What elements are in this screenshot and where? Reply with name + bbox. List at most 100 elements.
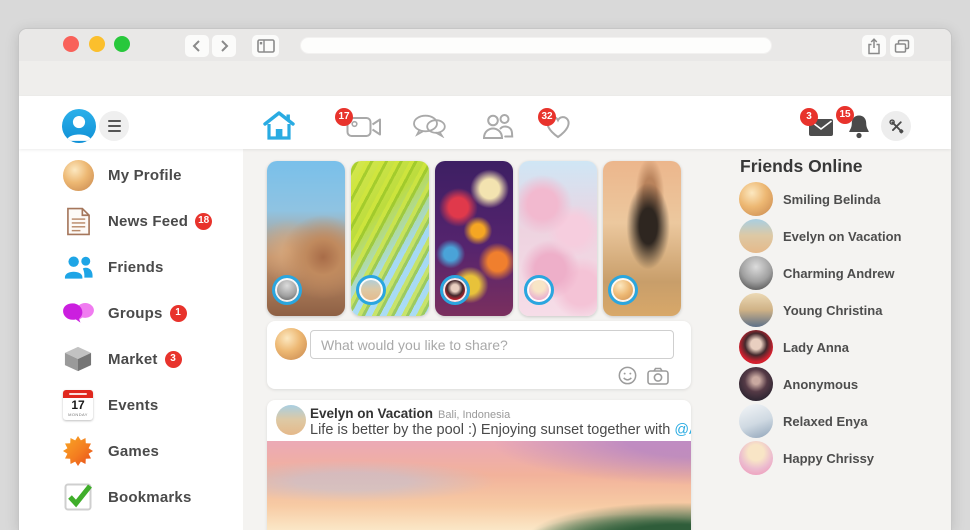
friend-name: Charming Andrew — [783, 266, 894, 281]
story-card-couple-selfie[interactable] — [267, 161, 345, 316]
panel-layout-icon — [257, 39, 275, 53]
chevron-left-icon — [190, 38, 204, 54]
sidebar-item-games[interactable]: Games — [19, 428, 243, 474]
sidebar-item-label: Events — [108, 397, 158, 414]
add-photo-button[interactable] — [647, 367, 669, 390]
two-people-blue-icon — [63, 254, 94, 280]
likes-badge: 32 — [538, 108, 556, 126]
orange-starburst-icon — [62, 435, 94, 467]
browser-window: 17 32 3 — [18, 28, 952, 530]
friend-row[interactable]: Anonymous — [739, 367, 949, 401]
friend-row[interactable]: Lady Anna — [739, 330, 949, 364]
story-card-beach-workout[interactable] — [603, 161, 681, 316]
person-icon — [62, 109, 96, 143]
left-sidebar: My Profile News Feed 18 — [19, 149, 243, 530]
post-avatar[interactable] — [276, 405, 306, 435]
zoom-window-button[interactable] — [114, 36, 130, 52]
emoji-button[interactable] — [618, 366, 637, 390]
friend-name: Young Christina — [783, 303, 882, 318]
friend-name: Lady Anna — [783, 340, 849, 355]
home-nav-button[interactable] — [262, 110, 296, 146]
sidebar-item-events[interactable]: 17 MONDAY Events — [19, 382, 243, 428]
story-card-night-bokeh[interactable] — [435, 161, 513, 316]
sidebar-item-bookmarks[interactable]: Bookmarks — [19, 474, 243, 520]
close-window-button[interactable] — [63, 36, 79, 52]
url-input[interactable] — [300, 37, 772, 54]
document-icon — [66, 207, 91, 236]
back-button[interactable] — [185, 35, 209, 57]
browser-toolbar — [19, 29, 951, 61]
smiley-icon — [618, 366, 637, 385]
friend-row[interactable]: Evelyn on Vacation — [739, 219, 949, 253]
app-top-band — [19, 61, 951, 96]
post-text: Life is better by the pool :) Enjoying s… — [310, 422, 691, 438]
home-icon — [262, 110, 296, 141]
share-button[interactable] — [862, 35, 886, 57]
sidebar-badge: 3 — [165, 351, 182, 368]
sidebar-item-news-feed[interactable]: News Feed 18 — [19, 198, 243, 244]
chat-nav-button[interactable] — [412, 114, 446, 143]
sidebar-item-label: Groups — [108, 305, 163, 322]
sidebar-badge: 1 — [170, 305, 187, 322]
friends-online-title: Friends Online — [740, 156, 863, 177]
sidebar-item-label: My Profile — [108, 167, 182, 184]
post-composer — [267, 321, 691, 389]
forward-button[interactable] — [212, 35, 236, 57]
friend-name: Evelyn on Vacation — [783, 229, 902, 244]
user-photo-icon — [63, 160, 94, 191]
profile-avatar-button[interactable] — [62, 109, 96, 143]
composer-avatar — [275, 328, 307, 360]
speech-bubbles-magenta-icon — [62, 300, 95, 327]
friend-avatar — [739, 219, 773, 253]
settings-button[interactable] — [881, 111, 911, 141]
sidebar-badge: 18 — [195, 213, 212, 230]
people-icon — [482, 113, 514, 140]
friend-avatar — [739, 404, 773, 438]
sidebar-item-label: Bookmarks — [108, 489, 192, 506]
friend-avatar — [739, 330, 773, 364]
sidebar-item-my-profile[interactable]: My Profile — [19, 152, 243, 198]
story-avatar — [356, 275, 386, 305]
sidebar-item-market[interactable]: Market 3 — [19, 336, 243, 382]
sidebar-item-friends[interactable]: Friends — [19, 244, 243, 290]
friend-row[interactable]: Young Christina — [739, 293, 949, 327]
friend-name: Happy Chrissy — [783, 451, 874, 466]
sidebar-item-label: News Feed — [108, 213, 188, 230]
friend-row[interactable]: Happy Chrissy — [739, 441, 949, 475]
mention-link[interactable]: @Andrew — [674, 422, 691, 438]
friend-avatar — [739, 293, 773, 327]
cube-icon — [63, 345, 93, 373]
post-location: Bali, Indonesia — [438, 409, 510, 421]
share-input[interactable] — [310, 330, 674, 359]
friends-nav-button[interactable] — [482, 113, 514, 145]
friend-row[interactable]: Relaxed Enya — [739, 404, 949, 438]
calendar-icon: 17 MONDAY — [63, 390, 93, 420]
friend-avatar — [739, 441, 773, 475]
friend-row[interactable]: Smiling Belinda — [739, 182, 949, 216]
menu-button[interactable] — [99, 111, 129, 141]
story-card-palm-leaves[interactable] — [351, 161, 429, 316]
sidebar-item-groups[interactable]: Groups 1 — [19, 290, 243, 336]
sidebar-item-label: Friends — [108, 259, 164, 276]
minimize-window-button[interactable] — [89, 36, 105, 52]
story-card-cherry-blossoms[interactable] — [519, 161, 597, 316]
friend-avatar — [739, 367, 773, 401]
share-up-arrow-icon — [867, 38, 881, 55]
overlapping-windows-icon — [894, 39, 910, 54]
sidebar-toggle-button[interactable] — [252, 35, 279, 57]
post-image[interactable] — [267, 441, 691, 530]
story-avatar — [272, 275, 302, 305]
friend-name: Anonymous — [783, 377, 858, 392]
messages-badge: 3 — [800, 108, 818, 126]
video-badge: 17 — [335, 108, 353, 126]
friend-row[interactable]: Charming Andrew — [739, 256, 949, 290]
notifications-badge: 15 — [836, 106, 854, 124]
sidebar-item-label: Games — [108, 443, 159, 460]
chevron-right-icon — [217, 38, 231, 54]
green-checkbox-icon — [64, 483, 92, 511]
story-avatar — [608, 275, 638, 305]
friend-avatar — [739, 256, 773, 290]
camera-icon — [647, 367, 669, 385]
tabs-overview-button[interactable] — [890, 35, 914, 57]
post-author[interactable]: Evelyn on VacationBali, Indonesia — [310, 406, 510, 421]
